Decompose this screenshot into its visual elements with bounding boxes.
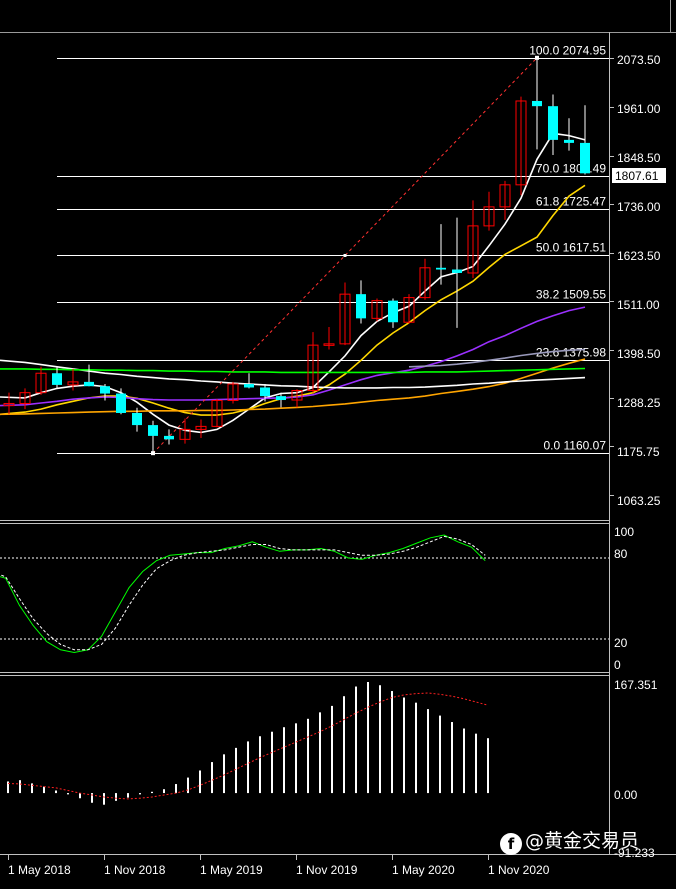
stoch-tick-label: 100 xyxy=(614,525,634,539)
stochastic-axis-labels: 100 80 20 0 xyxy=(614,525,634,672)
candle-body-down xyxy=(84,381,94,387)
time-tick-label: 1 May 2019 xyxy=(200,863,263,877)
fib-level-label: 50.0 1617.51 xyxy=(536,241,606,255)
moving-average-line xyxy=(0,184,586,416)
stochastic-panel xyxy=(0,534,609,654)
time-axis-labels: 1 May 2018 1 Nov 2018 1 May 2019 1 Nov 2… xyxy=(8,863,550,877)
chart-canvas: 100.0 2074.95 70.0 1800.49 61.8 1725.47 50.… xyxy=(0,0,676,877)
weibo-logo-icon: f xyxy=(500,833,522,855)
moving-averages xyxy=(0,132,586,434)
macd-panel xyxy=(7,681,489,805)
trendline-anchor-mid xyxy=(343,253,347,257)
fib-level-label: 38.2 1509.55 xyxy=(536,288,606,302)
candle-body-down xyxy=(52,373,62,385)
time-tick-label: 1 May 2018 xyxy=(8,863,71,877)
time-tick-label: 1 Nov 2018 xyxy=(104,863,166,877)
watermark-text: @黄金交易员 xyxy=(525,830,640,852)
candle-body-down xyxy=(148,425,158,436)
candle-body-down xyxy=(388,300,398,323)
price-tick-label: 1848.50 xyxy=(617,151,661,165)
current-price-badge: 1807.61 xyxy=(612,168,666,183)
candle-body-down xyxy=(436,267,446,270)
stoch-tick-label: 0 xyxy=(614,658,621,672)
candle-body-down xyxy=(260,387,270,397)
candle-body-down xyxy=(116,393,126,413)
stoch-tick-label: 80 xyxy=(614,547,628,561)
price-tick-label: 1961.00 xyxy=(617,102,661,116)
chart-window: 100.0 2074.95 70.0 1800.49 61.8 1725.47 50.… xyxy=(0,0,676,884)
candle-body-down xyxy=(276,396,286,401)
fib-level-label: 70.0 1800.49 xyxy=(536,162,606,176)
time-tick-label: 1 May 2020 xyxy=(392,863,455,877)
macd-tick-label: 0.00 xyxy=(614,788,638,802)
fib-level-label: 61.8 1725.47 xyxy=(536,195,606,209)
candle-body-down xyxy=(244,384,254,388)
moving-average-line xyxy=(0,367,586,374)
price-axis-labels: 2073.50 1961.00 1848.50 1736.00 1623.50 … xyxy=(617,53,661,508)
price-tick-label: 1398.50 xyxy=(617,347,661,361)
price-tick-label: 1511.00 xyxy=(617,298,660,312)
candle-body-down xyxy=(100,386,110,394)
price-tick-label: 2073.50 xyxy=(617,53,661,67)
candle-body-down xyxy=(356,294,366,319)
stoch-tick-label: 20 xyxy=(614,636,628,650)
moving-average-line xyxy=(0,132,586,434)
candle-body-down xyxy=(564,139,574,143)
stoch-signal-line xyxy=(0,535,486,651)
candle-body-down xyxy=(132,412,142,426)
macd-tick-label: 167.351 xyxy=(614,678,658,692)
price-tick-label: 1623.50 xyxy=(617,249,661,263)
candle-body-down xyxy=(580,142,590,174)
price-tick-label: 1736.00 xyxy=(617,200,661,214)
fib-level-label: 0.0 1160.07 xyxy=(543,439,606,453)
price-tick-label: 1175.75 xyxy=(617,445,660,459)
price-tick-label: 1063.25 xyxy=(617,494,661,508)
stoch-main-line xyxy=(0,534,486,654)
axes xyxy=(8,58,614,860)
candle-body-down xyxy=(548,106,558,140)
candle-body-down xyxy=(452,269,462,273)
fib-level-label: 100.0 2074.95 xyxy=(529,44,606,58)
candle-body-down xyxy=(532,100,542,107)
candle-body-down xyxy=(164,435,174,440)
price-tick-label: 1288.25 xyxy=(617,396,661,410)
time-tick-label: 1 Nov 2020 xyxy=(488,863,550,877)
current-price-label: 1807.61 xyxy=(615,169,659,183)
watermark: f @黄金交易员 xyxy=(500,826,639,855)
time-tick-label: 1 Nov 2019 xyxy=(296,863,358,877)
